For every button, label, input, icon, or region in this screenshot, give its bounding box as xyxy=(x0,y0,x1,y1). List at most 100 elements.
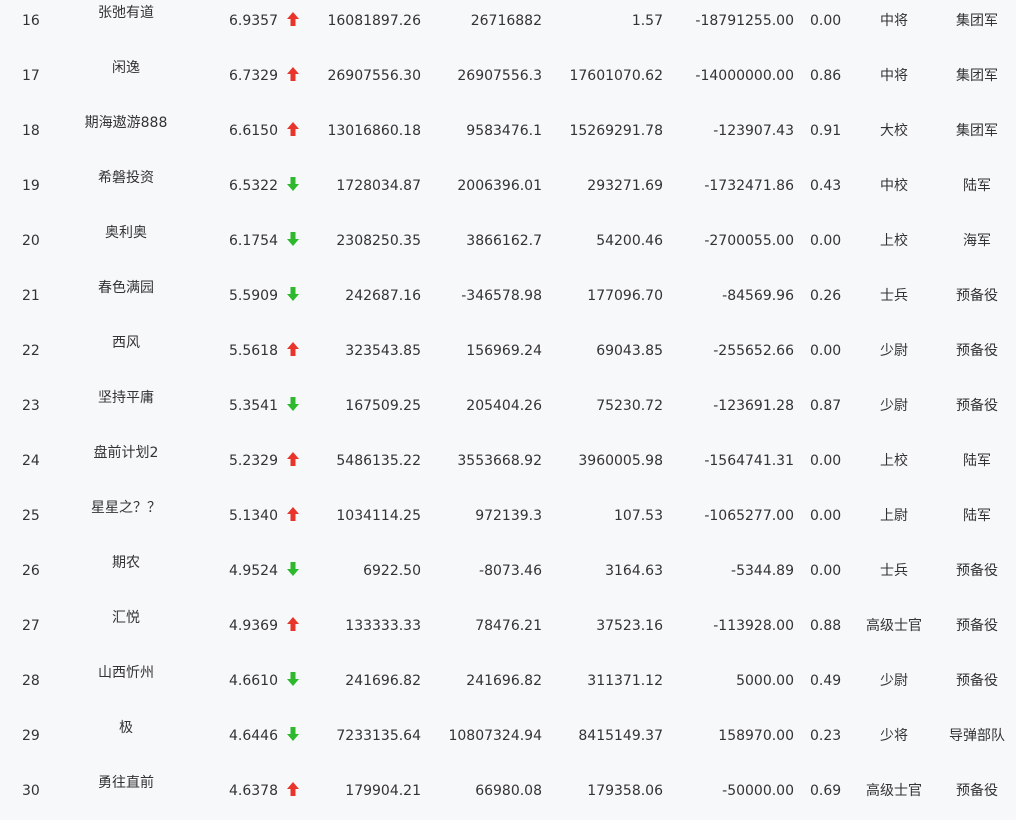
trader-name[interactable]: 山西忻州 xyxy=(70,665,182,681)
trader-name[interactable]: 闲逸 xyxy=(70,60,182,76)
value-4: 158970.00 xyxy=(718,728,794,744)
corps-label: 预备役 xyxy=(956,343,998,359)
value-5: 0.00 xyxy=(810,563,842,579)
down-arrow-icon xyxy=(286,231,302,249)
value-1: 241696.82 xyxy=(345,673,421,689)
table-row[interactable]: 28 山西忻州 4.6610 241696.82 241696.82 31137… xyxy=(0,655,1016,710)
military-rank: 高级士官 xyxy=(866,618,922,634)
trader-name[interactable]: 张弛有道 xyxy=(70,5,182,21)
table-row[interactable]: 26 期农 4.9524 6922.50 -8073.46 3164.63 -5… xyxy=(0,545,1016,600)
value-2: 972139.3 xyxy=(475,508,542,524)
value-4: -14000000.00 xyxy=(695,68,794,84)
value-3: 75230.72 xyxy=(596,398,663,414)
value-2: 3553668.92 xyxy=(457,453,542,469)
corps-label: 预备役 xyxy=(956,398,998,414)
value-5: 0.00 xyxy=(810,453,842,469)
trader-name[interactable]: 坚持平庸 xyxy=(70,390,182,406)
military-rank: 少尉 xyxy=(880,673,908,689)
table-row[interactable]: 18 期海遨游888 6.6150 13016860.18 9583476.1 … xyxy=(0,105,1016,160)
value-2: 2006396.01 xyxy=(457,178,542,194)
military-rank: 上校 xyxy=(880,453,908,469)
value-3: 177096.70 xyxy=(587,288,663,304)
up-arrow-icon xyxy=(286,66,302,84)
value-3: 1.57 xyxy=(631,13,663,29)
value-2: 78476.21 xyxy=(475,618,542,634)
military-rank: 大校 xyxy=(880,123,908,139)
corps-label: 海军 xyxy=(963,233,991,249)
rank-number: 19 xyxy=(22,178,40,194)
score-value: 6.6150 xyxy=(229,123,278,139)
rank-number: 18 xyxy=(22,123,40,139)
trader-name[interactable]: 汇悦 xyxy=(70,610,182,626)
value-1: 179904.21 xyxy=(345,783,421,799)
trader-name[interactable]: 奥利奥 xyxy=(70,225,182,241)
down-arrow-icon xyxy=(286,286,302,304)
trader-name[interactable]: 期农 xyxy=(70,555,182,571)
table-row[interactable]: 24 盘前计划2 5.2329 5486135.22 3553668.92 39… xyxy=(0,435,1016,490)
value-5: 0.00 xyxy=(810,508,842,524)
table-row[interactable]: 25 星星之？？ 5.1340 1034114.25 972139.3 107.… xyxy=(0,490,1016,545)
table-row[interactable]: 19 希磐投资 6.5322 1728034.87 2006396.01 293… xyxy=(0,160,1016,215)
value-4: -18791255.00 xyxy=(695,13,794,29)
up-arrow-icon xyxy=(286,341,302,359)
rank-number: 17 xyxy=(22,68,40,84)
military-rank: 中将 xyxy=(880,68,908,84)
trader-name[interactable]: 希磐投资 xyxy=(70,170,182,186)
value-2: 9583476.1 xyxy=(466,123,542,139)
table-row[interactable]: 29 极 4.6446 7233135.64 10807324.94 84151… xyxy=(0,710,1016,765)
trader-name[interactable]: 星星之？？ xyxy=(70,500,182,516)
trader-name[interactable]: 勇往直前 xyxy=(70,775,182,791)
trader-name[interactable]: 春色满园 xyxy=(70,280,182,296)
table-row[interactable]: 23 坚持平庸 5.3541 167509.25 205404.26 75230… xyxy=(0,380,1016,435)
rank-number: 24 xyxy=(22,453,40,469)
value-1: 7233135.64 xyxy=(336,728,421,744)
table-row[interactable]: 27 汇悦 4.9369 133333.33 78476.21 37523.16… xyxy=(0,600,1016,655)
table-row[interactable]: 16 张弛有道 6.9357 16081897.26 26716882 1.57… xyxy=(0,0,1016,50)
up-arrow-icon xyxy=(286,616,302,634)
value-4: -2700055.00 xyxy=(704,233,794,249)
trader-name[interactable]: 盘前计划2 xyxy=(70,445,182,461)
value-5: 0.86 xyxy=(810,68,842,84)
value-2: -8073.46 xyxy=(479,563,542,579)
value-1: 16081897.26 xyxy=(327,13,421,29)
value-4: -113928.00 xyxy=(713,618,794,634)
value-4: -84569.96 xyxy=(722,288,794,304)
trader-name[interactable]: 西风 xyxy=(70,335,182,351)
value-5: 0.91 xyxy=(810,123,842,139)
value-4: -1065277.00 xyxy=(704,508,794,524)
value-3: 107.53 xyxy=(614,508,663,524)
value-4: -1732471.86 xyxy=(704,178,794,194)
score-value: 5.3541 xyxy=(229,398,278,414)
value-1: 133333.33 xyxy=(345,618,421,634)
corps-label: 集团军 xyxy=(956,68,998,84)
score-value: 4.6378 xyxy=(229,783,278,799)
score-value: 4.6610 xyxy=(229,673,278,689)
down-arrow-icon xyxy=(286,176,302,194)
value-4: 5000.00 xyxy=(736,673,794,689)
value-3: 3960005.98 xyxy=(578,453,663,469)
value-3: 69043.85 xyxy=(596,343,663,359)
military-rank: 中校 xyxy=(880,178,908,194)
table-row[interactable]: 20 奥利奥 6.1754 2308250.35 3866162.7 54200… xyxy=(0,215,1016,270)
table-row[interactable]: 17 闲逸 6.7329 26907556.30 26907556.3 1760… xyxy=(0,50,1016,105)
military-rank: 少尉 xyxy=(880,343,908,359)
military-rank: 上校 xyxy=(880,233,908,249)
trader-name[interactable]: 极 xyxy=(70,720,182,736)
corps-label: 预备役 xyxy=(956,618,998,634)
value-1: 167509.25 xyxy=(345,398,421,414)
value-2: 10807324.94 xyxy=(448,728,542,744)
score-value: 5.5909 xyxy=(229,288,278,304)
score-value: 4.6446 xyxy=(229,728,278,744)
table-row[interactable]: 21 春色满园 5.5909 242687.16 -346578.98 1770… xyxy=(0,270,1016,325)
value-3: 293271.69 xyxy=(587,178,663,194)
trader-name[interactable]: 期海遨游888 xyxy=(70,115,182,131)
rank-number: 28 xyxy=(22,673,40,689)
value-5: 0.87 xyxy=(810,398,842,414)
corps-label: 预备役 xyxy=(956,783,998,799)
value-3: 179358.06 xyxy=(587,783,663,799)
value-2: 205404.26 xyxy=(466,398,542,414)
rank-number: 26 xyxy=(22,563,40,579)
value-2: -346578.98 xyxy=(461,288,542,304)
value-5: 0.00 xyxy=(810,13,842,29)
table-row[interactable]: 22 西风 5.5618 323543.85 156969.24 69043.8… xyxy=(0,325,1016,380)
